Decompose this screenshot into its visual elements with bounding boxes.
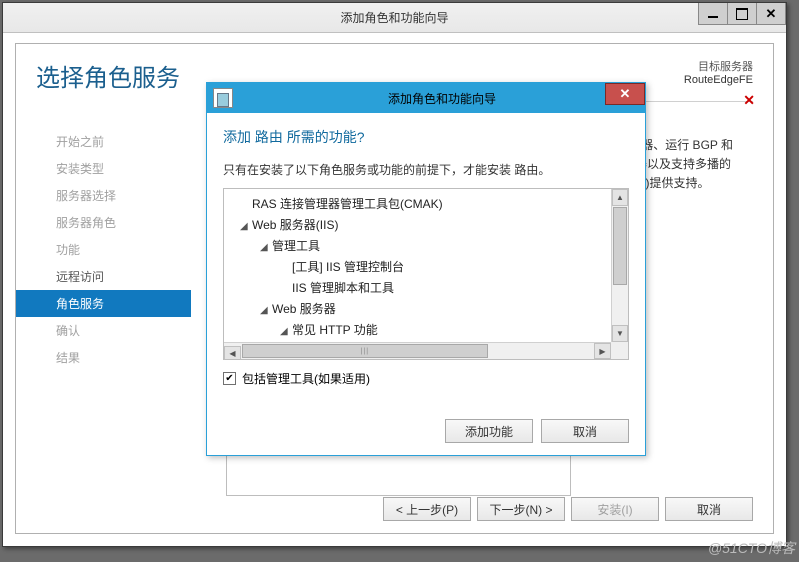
target-name: RouteEdgeFE (684, 74, 753, 86)
scroll-down-icon[interactable]: ▼ (612, 325, 628, 342)
vscroll-thumb[interactable] (613, 207, 627, 285)
include-tools-checkbox[interactable]: ✔ (223, 372, 236, 385)
dialog-cancel-button[interactable]: 取消 (541, 419, 629, 443)
scroll-right-icon[interactable]: ▶ (594, 343, 611, 359)
cancel-button[interactable]: 取消 (665, 497, 753, 521)
tree-item-3[interactable]: [工具] IIS 管理控制台 (228, 256, 607, 277)
sidebar-item-6[interactable]: 角色服务 (16, 290, 191, 317)
sidebar-item-3[interactable]: 服务器角色 (16, 209, 191, 236)
target-label: 目标服务器 (684, 58, 753, 74)
scroll-up-icon[interactable]: ▲ (612, 189, 628, 206)
expand-icon[interactable]: ◢ (280, 326, 290, 337)
tree-item-0[interactable]: RAS 连接管理器管理工具包(CMAK) (228, 193, 607, 214)
dialog-buttons: 添加功能 取消 (445, 419, 629, 443)
tree-inner[interactable]: RAS 连接管理器管理工具包(CMAK)◢Web 服务器(IIS)◢管理工具[工… (224, 189, 611, 342)
expand-icon[interactable]: ◢ (240, 221, 250, 232)
tree-item-2[interactable]: ◢管理工具 (228, 235, 607, 256)
dialog-question: 添加 路由 所需的功能? (223, 127, 629, 147)
add-features-button[interactable]: 添加功能 (445, 419, 533, 443)
dialog-description: 只有在安装了以下角色服务或功能的前提下，才能安装 路由。 (223, 161, 629, 178)
expand-icon[interactable]: ◢ (260, 305, 270, 316)
tree-item-6[interactable]: ◢常见 HTTP 功能 (228, 319, 607, 340)
include-tools-label: 包括管理工具(如果适用) (242, 370, 370, 387)
sidebar-item-4[interactable]: 功能 (16, 236, 191, 263)
dialog-icon (213, 88, 233, 108)
window-buttons: ✕ (699, 3, 786, 25)
sidebar-item-1[interactable]: 安装类型 (16, 155, 191, 182)
footer-buttons: < 上一步(P) 下一步(N) > 安装(I) 取消 (383, 497, 753, 521)
dialog-title: 添加角色和功能向导 (239, 90, 645, 107)
install-button[interactable]: 安装(I) (571, 497, 659, 521)
sidebar-item-2[interactable]: 服务器选择 (16, 182, 191, 209)
outer-titlebar[interactable]: 添加角色和功能向导 ✕ (3, 3, 786, 33)
include-tools-row[interactable]: ✔ 包括管理工具(如果适用) (223, 370, 629, 387)
vertical-scrollbar[interactable]: ▲ ▼ (611, 189, 628, 342)
sidebar-item-5[interactable]: 远程访问 (16, 263, 191, 290)
outer-window-title: 添加角色和功能向导 (3, 9, 786, 26)
dialog-body: 添加 路由 所需的功能? 只有在安装了以下角色服务或功能的前提下，才能安装 路由… (207, 113, 645, 397)
sidebar-item-0[interactable]: 开始之前 (16, 128, 191, 155)
tree-item-5[interactable]: ◢Web 服务器 (228, 298, 607, 319)
sidebar-item-7[interactable]: 确认 (16, 317, 191, 344)
error-icon[interactable]: ✕ (743, 92, 755, 109)
dialog-titlebar[interactable]: 添加角色和功能向导 ✕ (207, 83, 645, 113)
add-features-dialog: 添加角色和功能向导 ✕ 添加 路由 所需的功能? 只有在安装了以下角色服务或功能… (206, 82, 646, 456)
prev-button[interactable]: < 上一步(P) (383, 497, 471, 521)
scroll-left-icon[interactable]: ◀ (224, 346, 241, 361)
sidebar-item-8[interactable]: 结果 (16, 344, 191, 371)
horizontal-scrollbar[interactable]: ◀ ▶ (224, 342, 611, 359)
hscroll-thumb[interactable] (242, 344, 488, 358)
tree-item-4[interactable]: IIS 管理脚本和工具 (228, 277, 607, 298)
scroll-corner (611, 342, 628, 359)
wizard-sidebar: 开始之前安装类型服务器选择服务器角色功能远程访问角色服务确认结果 (16, 124, 191, 483)
tree-item-1[interactable]: ◢Web 服务器(IIS) (228, 214, 607, 235)
maximize-button[interactable] (727, 3, 757, 25)
feature-tree: RAS 连接管理器管理工具包(CMAK)◢Web 服务器(IIS)◢管理工具[工… (223, 188, 629, 360)
expand-icon[interactable]: ◢ (260, 242, 270, 253)
dialog-close-button[interactable]: ✕ (605, 83, 645, 105)
next-button[interactable]: 下一步(N) > (477, 497, 565, 521)
target-server-box: 目标服务器 RouteEdgeFE ✕ (684, 58, 753, 86)
close-button[interactable]: ✕ (756, 3, 786, 25)
minimize-button[interactable] (698, 3, 728, 25)
